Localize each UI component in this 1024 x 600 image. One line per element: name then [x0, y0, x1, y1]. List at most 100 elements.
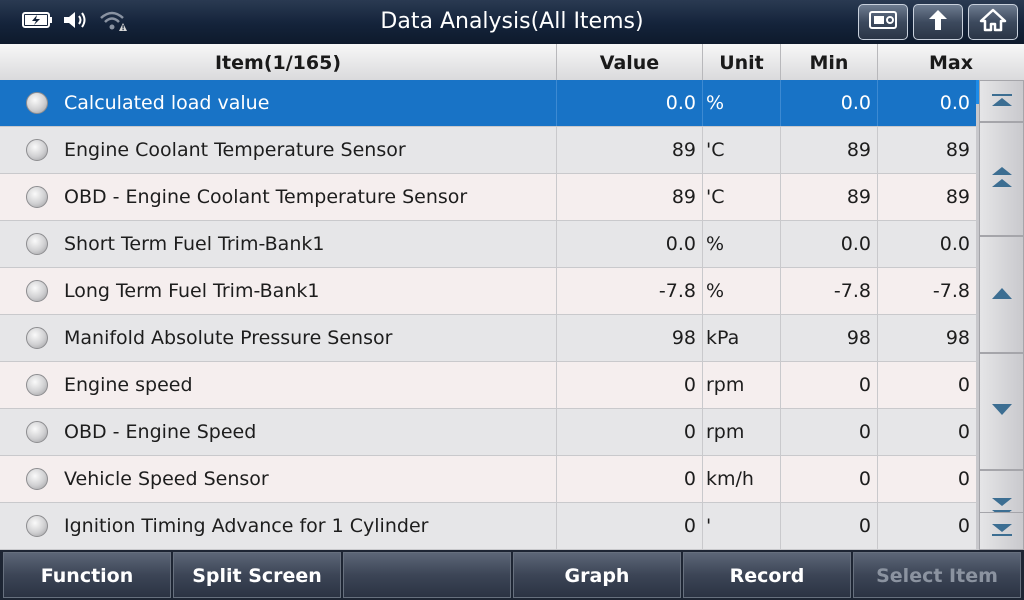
item-name: Engine Coolant Temperature Sensor	[64, 139, 406, 161]
table-row[interactable]: Manifold Absolute Pressure Sensor 98 kPa…	[0, 315, 976, 362]
app-window: Data Analysis(All Items) Item(1/165) Val…	[0, 0, 1024, 600]
value-cell: 89	[557, 127, 703, 173]
table-row[interactable]: Engine Coolant Temperature Sensor 89 'C …	[0, 127, 976, 174]
unit-cell: %	[703, 221, 781, 267]
radio-icon[interactable]	[26, 280, 48, 302]
column-header-max[interactable]: Max	[878, 44, 1024, 80]
item-name: Engine speed	[64, 374, 193, 396]
item-cell: Manifold Absolute Pressure Sensor	[0, 315, 557, 361]
select-item-button[interactable]: Select Item	[853, 552, 1021, 598]
radio-icon[interactable]	[26, 233, 48, 255]
column-header-unit[interactable]: Unit	[703, 44, 781, 80]
max-cell: 0	[878, 456, 976, 502]
column-header-min[interactable]: Min	[781, 44, 878, 80]
data-table: Item(1/165) Value Unit Min Max Calculate…	[0, 44, 1024, 550]
scroll-bottom-button[interactable]	[979, 512, 1024, 550]
back-button[interactable]	[913, 4, 963, 40]
record-button[interactable]: Record	[683, 552, 851, 598]
value-cell: 0	[557, 409, 703, 455]
screenshot-button[interactable]	[858, 4, 908, 40]
max-cell: 0.0	[878, 221, 976, 267]
table-row[interactable]: Calculated load value 0.0 % 0.0 0.0	[0, 80, 976, 127]
graph-button[interactable]: Graph	[513, 552, 681, 598]
screenshot-icon	[868, 9, 898, 35]
battery-icon	[22, 11, 54, 33]
page-up-button[interactable]	[979, 122, 1024, 236]
scroll-top-button[interactable]	[979, 80, 1024, 122]
item-cell: OBD - Engine Speed	[0, 409, 557, 455]
column-header-item[interactable]: Item(1/165)	[0, 44, 557, 80]
value-cell: 0.0	[557, 80, 703, 126]
unit-cell: km/h	[703, 456, 781, 502]
unit-cell: 'C	[703, 127, 781, 173]
min-cell: 0	[781, 503, 878, 549]
radio-icon[interactable]	[26, 139, 48, 161]
min-cell: 0.0	[781, 221, 878, 267]
max-cell: 0	[878, 503, 976, 549]
table-row[interactable]: Long Term Fuel Trim-Bank1 -7.8 % -7.8 -7…	[0, 268, 976, 315]
split-screen-button[interactable]: Split Screen	[173, 552, 341, 598]
min-cell: 98	[781, 315, 878, 361]
item-cell: Vehicle Speed Sensor	[0, 456, 557, 502]
table-header: Item(1/165) Value Unit Min Max	[0, 44, 1024, 81]
radio-icon[interactable]	[26, 374, 48, 396]
item-name: OBD - Engine Coolant Temperature Sensor	[64, 186, 468, 208]
column-header-value[interactable]: Value	[557, 44, 703, 80]
min-cell: 0	[781, 409, 878, 455]
min-cell: 0	[781, 456, 878, 502]
home-icon	[979, 8, 1007, 36]
min-cell: 89	[781, 127, 878, 173]
max-cell: 89	[878, 174, 976, 220]
line-up-button[interactable]	[979, 236, 1024, 353]
min-cell: 89	[781, 174, 878, 220]
item-name: Manifold Absolute Pressure Sensor	[64, 327, 393, 349]
value-cell: 98	[557, 315, 703, 361]
line-down-button[interactable]	[979, 353, 1024, 470]
min-cell: 0	[781, 362, 878, 408]
item-name: Long Term Fuel Trim-Bank1	[64, 280, 320, 302]
radio-icon[interactable]	[26, 92, 48, 114]
max-cell: 89	[878, 127, 976, 173]
unit-cell: rpm	[703, 409, 781, 455]
unit-cell: %	[703, 80, 781, 126]
scroll-panel	[976, 80, 1024, 550]
max-cell: 98	[878, 315, 976, 361]
value-cell: 89	[557, 174, 703, 220]
radio-icon[interactable]	[26, 327, 48, 349]
value-cell: -7.8	[557, 268, 703, 314]
home-button[interactable]	[968, 4, 1018, 40]
item-name: Ignition Timing Advance for 1 Cylinder	[64, 515, 429, 537]
bottom-toolbar: Function Split Screen Graph Record Selec…	[0, 550, 1024, 600]
unit-cell: 'C	[703, 174, 781, 220]
unit-cell: '	[703, 503, 781, 549]
radio-icon[interactable]	[26, 186, 48, 208]
table-row[interactable]: OBD - Engine Coolant Temperature Sensor …	[0, 174, 976, 221]
item-cell: Long Term Fuel Trim-Bank1	[0, 268, 557, 314]
empty-button[interactable]	[343, 552, 511, 598]
value-cell: 0	[557, 456, 703, 502]
item-cell: Calculated load value	[0, 80, 557, 126]
table-row[interactable]: Vehicle Speed Sensor 0 km/h 0 0	[0, 456, 976, 503]
volume-icon	[62, 9, 90, 35]
min-cell: 0.0	[781, 80, 878, 126]
arrow-down-icon	[991, 402, 1013, 421]
table-row[interactable]: Ignition Timing Advance for 1 Cylinder 0…	[0, 503, 976, 550]
unit-cell: kPa	[703, 315, 781, 361]
item-cell: Short Term Fuel Trim-Bank1	[0, 221, 557, 267]
value-cell: 0	[557, 362, 703, 408]
table-body: Calculated load value 0.0 % 0.0 0.0 Engi…	[0, 80, 976, 550]
table-row[interactable]: Engine speed 0 rpm 0 0	[0, 362, 976, 409]
function-button[interactable]: Function	[3, 552, 171, 598]
scroll-to-bottom-icon	[990, 522, 1014, 541]
radio-icon[interactable]	[26, 515, 48, 537]
status-icons	[22, 8, 128, 36]
radio-icon[interactable]	[26, 421, 48, 443]
table-row[interactable]: OBD - Engine Speed 0 rpm 0 0	[0, 409, 976, 456]
double-up-icon	[991, 165, 1013, 193]
value-cell: 0	[557, 503, 703, 549]
radio-icon[interactable]	[26, 468, 48, 490]
max-cell: 0	[878, 409, 976, 455]
item-cell: OBD - Engine Coolant Temperature Sensor	[0, 174, 557, 220]
table-row[interactable]: Short Term Fuel Trim-Bank1 0.0 % 0.0 0.0	[0, 221, 976, 268]
item-name: Vehicle Speed Sensor	[64, 468, 269, 490]
